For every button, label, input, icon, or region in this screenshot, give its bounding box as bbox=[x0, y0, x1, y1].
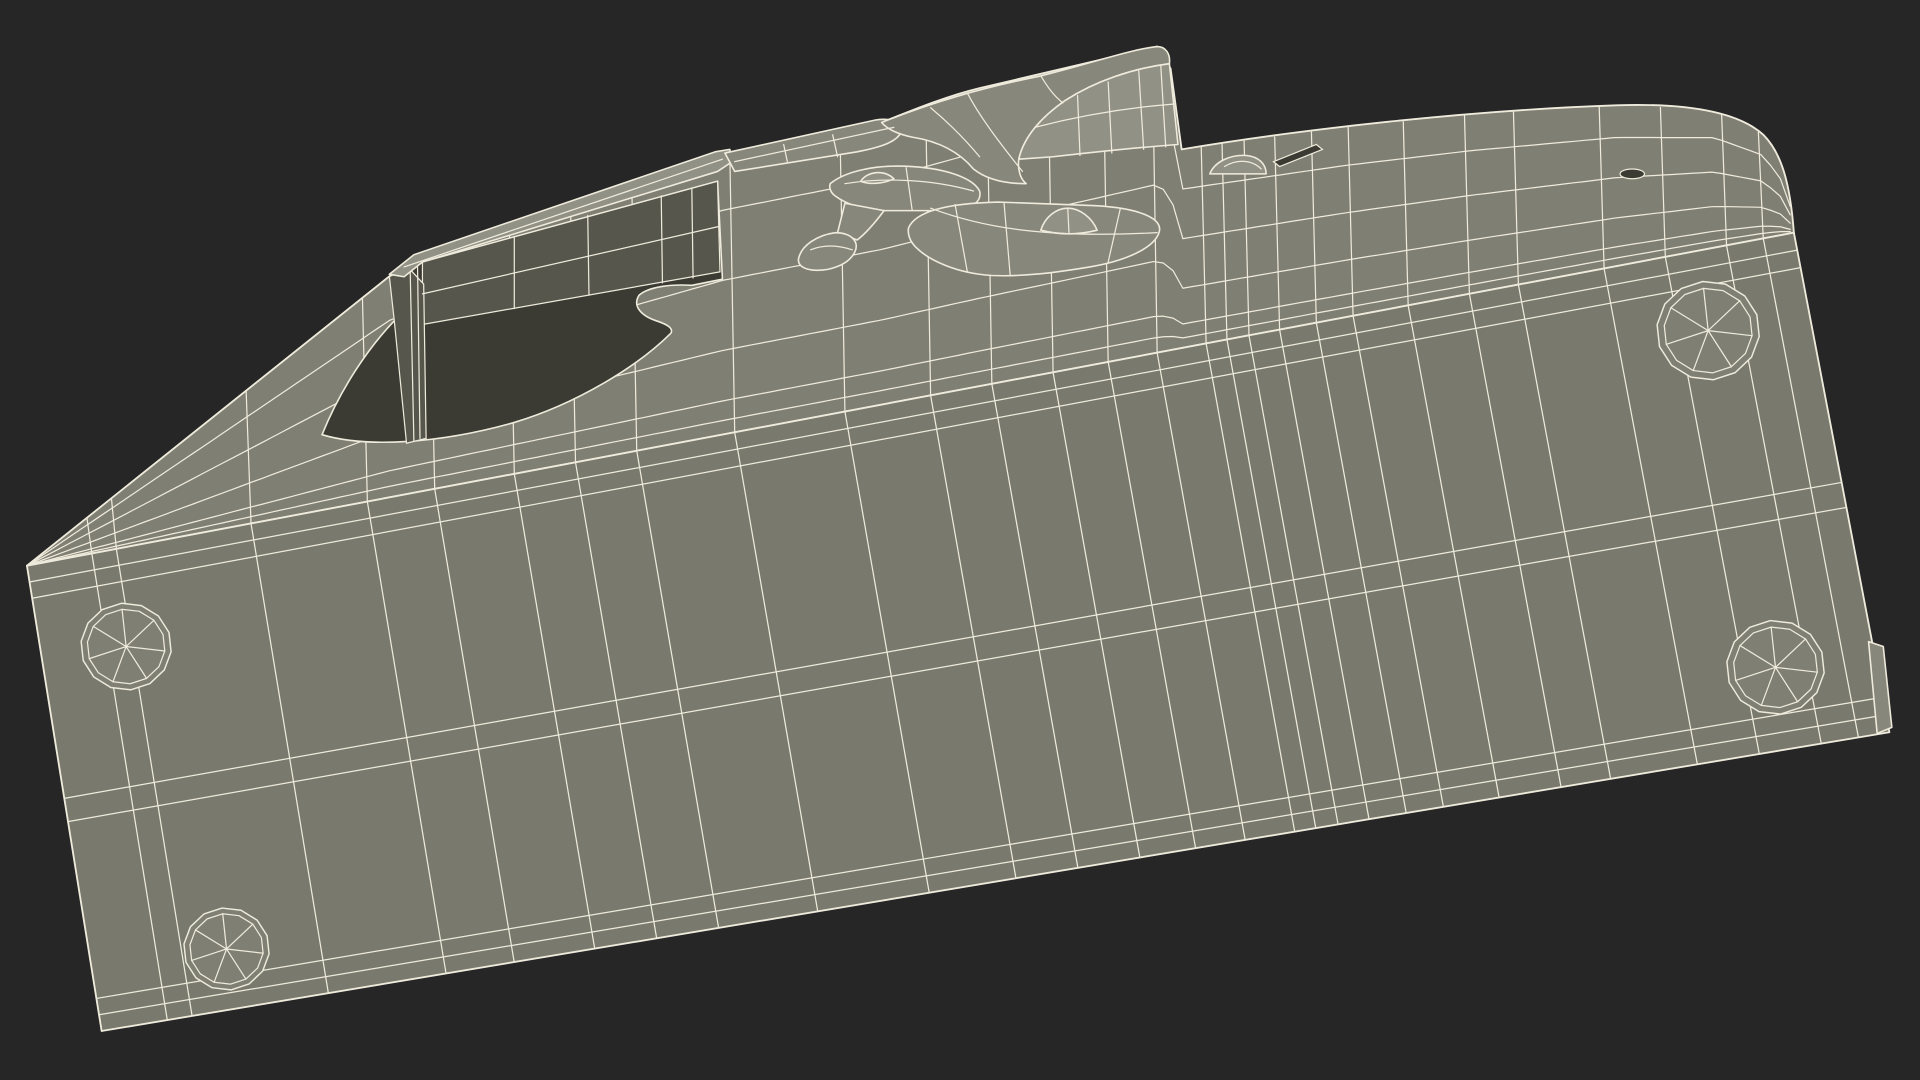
screw-head bbox=[1726, 619, 1825, 715]
screw-head bbox=[80, 602, 172, 691]
small-hole bbox=[1619, 168, 1646, 180]
screw-head bbox=[1656, 280, 1760, 381]
wireframe-render-viewport bbox=[0, 0, 1920, 1080]
screw-head bbox=[183, 907, 270, 991]
